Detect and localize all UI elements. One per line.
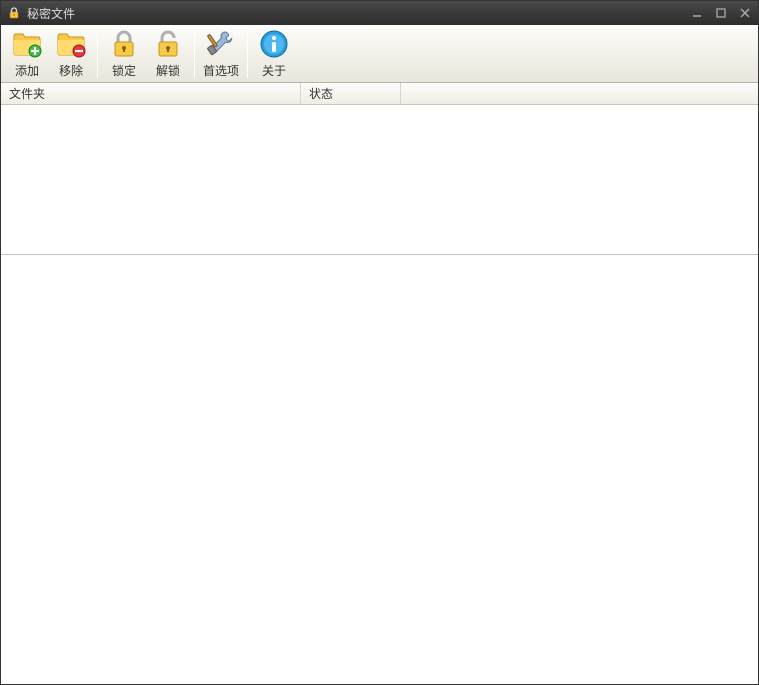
tools-icon — [205, 28, 237, 60]
toolbar-separator — [194, 30, 195, 78]
toolbar-separator — [247, 30, 248, 78]
add-label: 添加 — [15, 62, 39, 79]
folder-list[interactable] — [1, 105, 758, 255]
window-controls — [690, 6, 752, 20]
folder-add-icon — [11, 28, 43, 60]
unlock-label: 解锁 — [156, 62, 180, 79]
titlebar: 秘密文件 — [1, 1, 758, 25]
lock-open-icon — [152, 28, 184, 60]
info-icon — [258, 28, 290, 60]
toolbar-separator — [97, 30, 98, 78]
column-folder-label: 文件夹 — [9, 85, 45, 102]
column-header-spacer[interactable] — [401, 83, 758, 104]
column-header-status[interactable]: 状态 — [301, 83, 401, 104]
lock-label: 锁定 — [112, 62, 136, 79]
lock-closed-icon — [108, 28, 140, 60]
column-header-folder[interactable]: 文件夹 — [1, 83, 301, 104]
window-title: 秘密文件 — [27, 5, 690, 22]
preferences-label: 首选项 — [203, 62, 239, 79]
unlock-button[interactable]: 解锁 — [146, 28, 190, 80]
maximize-button[interactable] — [714, 6, 728, 20]
app-lock-icon — [7, 6, 21, 20]
content-pane — [1, 255, 758, 684]
toolbar: 添加 移除 — [1, 25, 758, 83]
remove-button[interactable]: 移除 — [49, 28, 93, 80]
about-label: 关于 — [262, 62, 286, 79]
close-button[interactable] — [738, 6, 752, 20]
lock-button[interactable]: 锁定 — [102, 28, 146, 80]
about-button[interactable]: 关于 — [252, 28, 296, 80]
add-button[interactable]: 添加 — [5, 28, 49, 80]
column-status-label: 状态 — [309, 85, 333, 102]
column-headers: 文件夹 状态 — [1, 83, 758, 105]
folder-remove-icon — [55, 28, 87, 60]
preferences-button[interactable]: 首选项 — [199, 28, 243, 80]
remove-label: 移除 — [59, 62, 83, 79]
minimize-button[interactable] — [690, 6, 704, 20]
